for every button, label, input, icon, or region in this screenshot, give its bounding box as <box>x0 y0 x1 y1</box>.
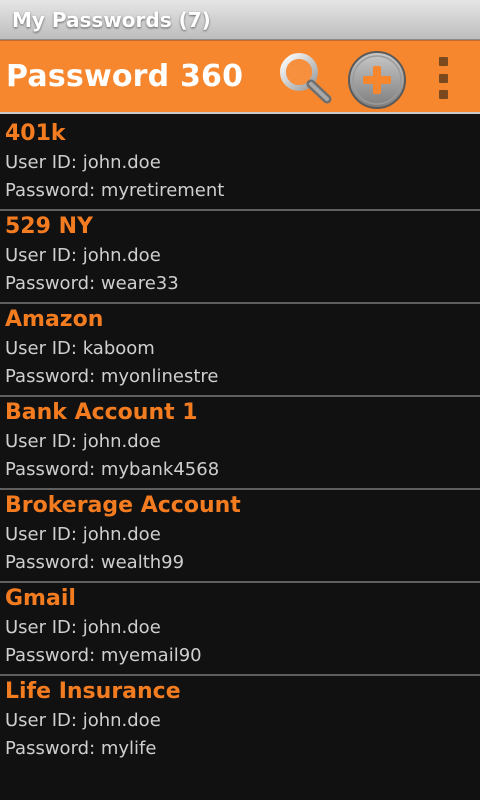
overflow-menu-button[interactable] <box>428 51 458 105</box>
add-icon <box>348 51 406 109</box>
entry-name: Gmail <box>5 586 76 611</box>
password-entry[interactable]: 401k User ID: john.doe Password: myretir… <box>0 118 480 211</box>
entry-name: Brokerage Account <box>5 493 241 518</box>
entry-password: Password: myretirement <box>5 180 225 201</box>
password-list: 401k User ID: john.doe Password: myretir… <box>0 118 480 769</box>
entry-user-id: User ID: john.doe <box>5 617 161 638</box>
entry-password: Password: myonlinestre <box>5 366 219 387</box>
entry-password: Password: myemail90 <box>5 645 202 666</box>
action-bar: Password 360 <box>0 40 480 114</box>
entry-name: 401k <box>5 121 66 146</box>
search-button[interactable] <box>275 49 335 105</box>
password-entry[interactable]: Brokerage Account User ID: john.doe Pass… <box>0 490 480 583</box>
add-button[interactable] <box>346 49 408 111</box>
password-entry[interactable]: 529 NY User ID: john.doe Password: weare… <box>0 211 480 304</box>
entry-name: Bank Account 1 <box>5 400 198 425</box>
entry-name: Amazon <box>5 307 104 332</box>
overflow-menu-icon <box>438 73 448 83</box>
entry-user-id: User ID: john.doe <box>5 710 161 731</box>
entry-password: Password: wealth99 <box>5 552 185 573</box>
entry-user-id: User ID: john.doe <box>5 152 161 173</box>
entry-password: Password: mylife <box>5 738 157 759</box>
entry-password: Password: mybank4568 <box>5 459 220 480</box>
password-entry[interactable]: Gmail User ID: john.doe Password: myemai… <box>0 583 480 676</box>
search-icon <box>280 53 332 104</box>
entry-user-id: User ID: kaboom <box>5 338 155 359</box>
entry-password: Password: weare33 <box>5 273 179 294</box>
overflow-menu-icon <box>438 90 448 99</box>
app-screen: My Passwords (7) Password 360 401k User … <box>0 0 480 800</box>
password-entry[interactable]: Bank Account 1 User ID: john.doe Passwor… <box>0 397 480 490</box>
entry-name: 529 NY <box>5 214 93 239</box>
password-entry[interactable]: Life Insurance User ID: john.doe Passwor… <box>0 676 480 769</box>
entry-user-id: User ID: john.doe <box>5 431 161 452</box>
entry-name: Life Insurance <box>5 679 181 704</box>
entry-user-id: User ID: john.doe <box>5 245 161 266</box>
window-title: My Passwords (7) <box>12 7 211 32</box>
window-title-bar: My Passwords (7) <box>0 0 480 40</box>
password-entry[interactable]: Amazon User ID: kaboom Password: myonlin… <box>0 304 480 397</box>
overflow-menu-icon <box>438 57 448 66</box>
app-name: Password 360 <box>6 59 244 94</box>
entry-user-id: User ID: john.doe <box>5 524 161 545</box>
